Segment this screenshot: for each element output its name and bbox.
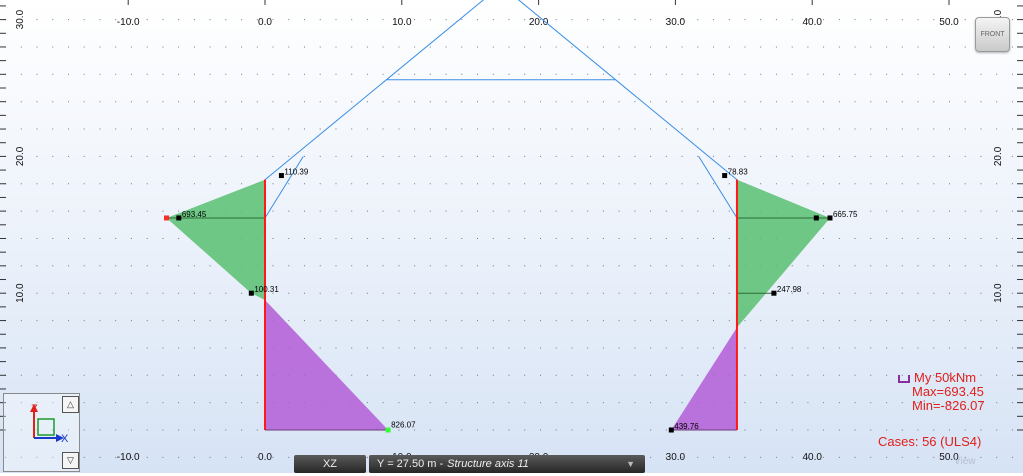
- x-tick-label-bottom: 40.0: [802, 452, 822, 463]
- value-marker: [668, 427, 674, 433]
- truss-member: [698, 156, 738, 219]
- load-cases-label: Cases: 56 (ULS4): [878, 434, 982, 449]
- positive-moment-region: [737, 179, 830, 328]
- moment-value-label: 826.07: [391, 421, 416, 430]
- front-view-label: FRONT: [980, 31, 1005, 38]
- legend-min: Min=-826.07: [912, 398, 985, 413]
- structure-axis-selector[interactable]: Y = 27.50 m - Structure axis 11 ▼: [369, 455, 645, 473]
- y-tick-label-right: 10.0: [993, 283, 1004, 303]
- x-tick-label-bottom: 30.0: [666, 452, 686, 463]
- value-marker: [176, 215, 182, 221]
- legend-max: Max=693.45: [912, 384, 984, 399]
- chevron-down-icon[interactable]: ▼: [626, 459, 635, 469]
- x-tick-label-top: 50.0: [939, 17, 959, 28]
- value-marker: [278, 173, 284, 179]
- value-marker: [248, 290, 254, 296]
- x-tick-label-bottom: -10.0: [117, 452, 140, 463]
- triangle-down-icon: ▽: [67, 455, 74, 465]
- moment-value-label: 110.39: [284, 168, 308, 177]
- view-plane-value: XZ: [322, 458, 338, 470]
- value-marker: [827, 215, 833, 221]
- axis-orientation-widget: Z X △ ▽: [3, 393, 80, 472]
- x-tick-label-top: 40.0: [802, 17, 822, 28]
- triangle-up-icon: △: [67, 399, 74, 409]
- rotate-down-button[interactable]: ▽: [62, 452, 79, 469]
- moment-value-label: 439.76: [674, 422, 699, 431]
- moment-value-label: 78.83: [728, 168, 749, 177]
- axis-name: Structure axis 11: [447, 458, 529, 470]
- extreme-marker: [164, 215, 170, 221]
- axis-x-label: X: [61, 433, 69, 445]
- value-marker: [771, 290, 777, 296]
- extreme-marker: [385, 427, 391, 433]
- structure-view[interactable]: -10.0 -10.0 0.0 0.0 10.0 10.0 20.0 20.0 30.0 30.0…: [0, 0, 1023, 473]
- legend-quantity: My 50kNm: [914, 370, 977, 385]
- view-watermark: View: [954, 456, 976, 467]
- view-plane-field[interactable]: XZ: [294, 455, 366, 473]
- positive-moment-region: [166, 179, 265, 300]
- diagram-legend: My 50kNm Max=693.45 Min=-826.07: [898, 371, 985, 413]
- x-tick-label-top: -10.0: [117, 17, 140, 28]
- value-marker: [722, 173, 728, 179]
- x-tick-label-top: 0.0: [258, 17, 272, 28]
- moment-diagram-canvas[interactable]: -10.0 -10.0 0.0 0.0 10.0 10.0 20.0 20.0 30.0 30.0…: [0, 0, 1023, 473]
- y-tick-label-left: 30.0: [15, 9, 26, 29]
- moment-value-label: 247.98: [777, 285, 802, 294]
- truss-member: [264, 156, 304, 219]
- value-marker: [813, 215, 819, 221]
- x-tick-label-top: 30.0: [666, 17, 686, 28]
- axis-coordinate: Y = 27.50 m -: [377, 458, 444, 470]
- negative-moment-region: [671, 327, 737, 430]
- negative-moment-region: [265, 300, 389, 430]
- truss-member: [264, 0, 485, 181]
- y-tick-label-left: 20.0: [15, 146, 26, 166]
- moment-value-label: 100.31: [254, 285, 279, 294]
- moment-value-label: 693.45: [182, 210, 207, 219]
- legend-swatch-icon: [898, 374, 910, 383]
- grid-dots: [5, 19, 1013, 458]
- view-status-bar: XZ Y = 27.50 m - Structure axis 11 ▼: [294, 455, 645, 473]
- y-tick-label-right: 20.0: [993, 146, 1004, 166]
- x-tick-label-bottom: 0.0: [258, 452, 272, 463]
- axis-z-label: Z: [31, 403, 38, 415]
- x-tick-label-top: 10.0: [392, 17, 412, 28]
- moment-value-label: 665.75: [833, 210, 858, 219]
- y-tick-label-left: 10.0: [15, 283, 26, 303]
- front-view-button[interactable]: FRONT: [975, 17, 1010, 52]
- rotate-up-button[interactable]: △: [62, 396, 79, 413]
